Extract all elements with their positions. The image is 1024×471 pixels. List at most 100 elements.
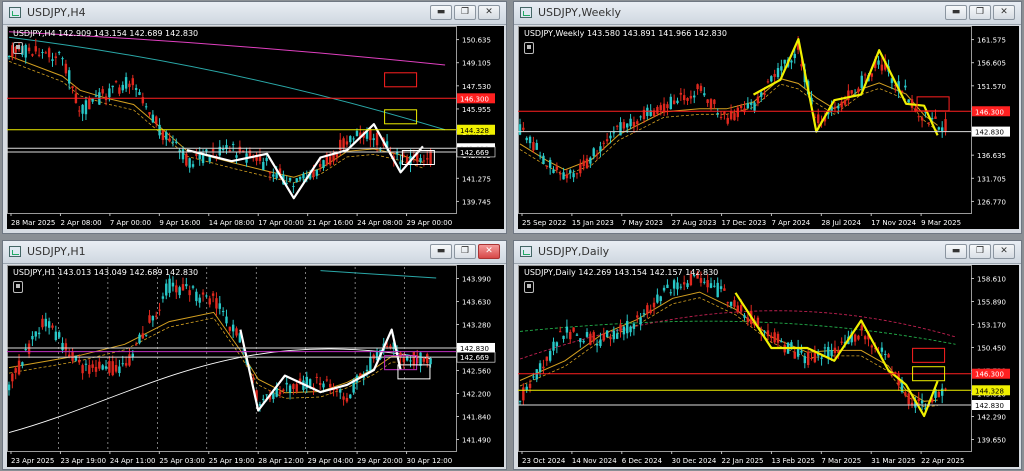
candle-body xyxy=(161,130,165,141)
candle-body xyxy=(629,118,632,127)
candle-body xyxy=(211,293,215,296)
y-tick-label: 142.200 xyxy=(462,391,491,399)
candle-body xyxy=(542,155,545,165)
candle-body xyxy=(238,146,242,152)
candle-body xyxy=(682,282,686,285)
x-tick-label: 25 Apr 03:00 xyxy=(159,457,205,465)
candle-body xyxy=(308,379,312,387)
close-button[interactable]: ✕ xyxy=(993,5,1015,20)
candle-body xyxy=(713,285,716,287)
candle-body xyxy=(632,323,636,329)
close-button[interactable]: ✕ xyxy=(993,244,1015,259)
candle-body xyxy=(840,101,843,108)
restore-button[interactable]: ❐ xyxy=(969,244,991,259)
minimize-button[interactable]: ▬ xyxy=(945,5,967,20)
restore-button[interactable]: ❐ xyxy=(454,5,476,20)
price-chart[interactable]: 150.635149.105147.530145.955144.380142.8… xyxy=(7,26,504,229)
one-click-trading-icon[interactable] xyxy=(13,281,23,293)
plot-frame xyxy=(518,265,972,452)
price-chart[interactable]: 161.575156.605151.570146.600141.565136.6… xyxy=(518,26,1019,229)
candle-body xyxy=(605,330,609,338)
candle-body xyxy=(318,382,322,385)
close-button[interactable]: ✕ xyxy=(478,244,500,259)
chart-window-h4[interactable]: USDJPY,H4 ▬ ❐ ✕ 150.635 149.105 147.530 145… xyxy=(2,1,507,234)
candle-body xyxy=(646,107,649,116)
candle-body xyxy=(34,331,37,337)
candle-body xyxy=(37,54,41,56)
chart-window-weekly[interactable]: USDJPY,Weekly ▬ ❐ ✕ 161.575 156.605 151.57… xyxy=(513,1,1022,234)
x-tick-label: 13 Feb 2025 xyxy=(771,457,815,465)
chart-window-daily[interactable]: USDJPY,Daily ▬ ❐ ✕ 158.610 155.890 153.170… xyxy=(513,240,1022,470)
price-chart[interactable]: 143.990143.630143.280142.920142.560142.2… xyxy=(7,265,504,467)
price-label: 144.328 xyxy=(460,127,489,135)
candle-body xyxy=(612,330,616,340)
window-titlebar[interactable]: USDJPY,H1 ▬ ❐ ✕ xyxy=(3,241,506,264)
candle-body xyxy=(538,363,542,372)
candle-body xyxy=(910,402,914,405)
candle-body xyxy=(399,161,402,165)
candle-body xyxy=(114,81,118,83)
candle-body xyxy=(91,364,94,368)
candle-body xyxy=(750,102,753,105)
one-click-trading-icon[interactable] xyxy=(524,281,534,293)
candle-body xyxy=(827,346,830,358)
window-titlebar[interactable]: USDJPY,H4 ▬ ❐ ✕ xyxy=(3,2,506,25)
candle-body xyxy=(369,129,372,141)
minimize-button[interactable]: ▬ xyxy=(945,244,967,259)
candle-body xyxy=(887,354,890,358)
candle-body xyxy=(884,353,887,355)
chart-canvas: 158.610155.890153.170150.450147.730145.0… xyxy=(518,265,1010,465)
candle-body xyxy=(81,365,84,374)
candle-body xyxy=(719,286,723,289)
candle-body xyxy=(318,164,322,167)
minimize-button[interactable]: ▬ xyxy=(430,5,452,20)
one-click-trading-icon[interactable] xyxy=(524,42,534,54)
price-chart[interactable]: 158.610155.890153.170150.450147.730145.0… xyxy=(518,265,1019,467)
candle-body xyxy=(716,282,719,298)
candle-body xyxy=(429,151,432,165)
candle-body xyxy=(231,324,235,332)
candle-body xyxy=(124,363,128,366)
candle-body xyxy=(686,283,689,288)
candle-body xyxy=(622,122,626,129)
window-titlebar[interactable]: USDJPY,Weekly ▬ ❐ ✕ xyxy=(514,2,1021,25)
zigzag-line xyxy=(734,292,939,418)
restore-button[interactable]: ❐ xyxy=(454,244,476,259)
x-tick-label: 30 Dec 2024 xyxy=(672,457,717,465)
one-click-trading-icon[interactable] xyxy=(13,42,23,54)
candle-body xyxy=(696,84,699,90)
x-tick-label: 28 Mar 2025 xyxy=(11,219,55,227)
candle-body xyxy=(733,300,736,307)
candle-body xyxy=(211,148,215,152)
candle-body xyxy=(612,132,616,134)
candle-body xyxy=(218,303,221,309)
y-tick-label: 143.280 xyxy=(462,322,491,330)
candle-body xyxy=(860,75,863,88)
candle-body xyxy=(716,113,719,115)
chart-canvas: 150.635149.105147.530145.955144.380142.8… xyxy=(7,26,496,227)
close-button[interactable]: ✕ xyxy=(478,5,500,20)
x-tick-label: 25 Sep 2022 xyxy=(522,219,566,227)
y-tick-label: 142.560 xyxy=(462,368,491,376)
chart-window-icon xyxy=(520,246,532,257)
candle-body xyxy=(917,116,920,118)
zigzag-line xyxy=(752,38,939,136)
candle-body xyxy=(64,343,68,351)
candle-body xyxy=(57,332,61,338)
candle-body xyxy=(27,343,31,354)
plot-frame xyxy=(7,26,457,214)
candle-body xyxy=(689,95,693,99)
candle-body xyxy=(24,44,27,58)
candle-body xyxy=(134,88,138,90)
candle-body xyxy=(104,366,108,369)
candle-body xyxy=(282,389,285,392)
restore-button[interactable]: ❐ xyxy=(969,5,991,20)
chart-window-h1[interactable]: USDJPY,H1 ▬ ❐ ✕ 143.990 143.630 143.280 142… xyxy=(2,240,507,470)
candle-body xyxy=(272,393,275,400)
candle-body xyxy=(47,321,51,328)
window-titlebar[interactable]: USDJPY,Daily ▬ ❐ ✕ xyxy=(514,241,1021,264)
candle-body xyxy=(71,86,74,89)
minimize-button[interactable]: ▬ xyxy=(430,244,452,259)
y-tick-label: 156.605 xyxy=(977,60,1006,68)
candle-body xyxy=(365,369,369,372)
